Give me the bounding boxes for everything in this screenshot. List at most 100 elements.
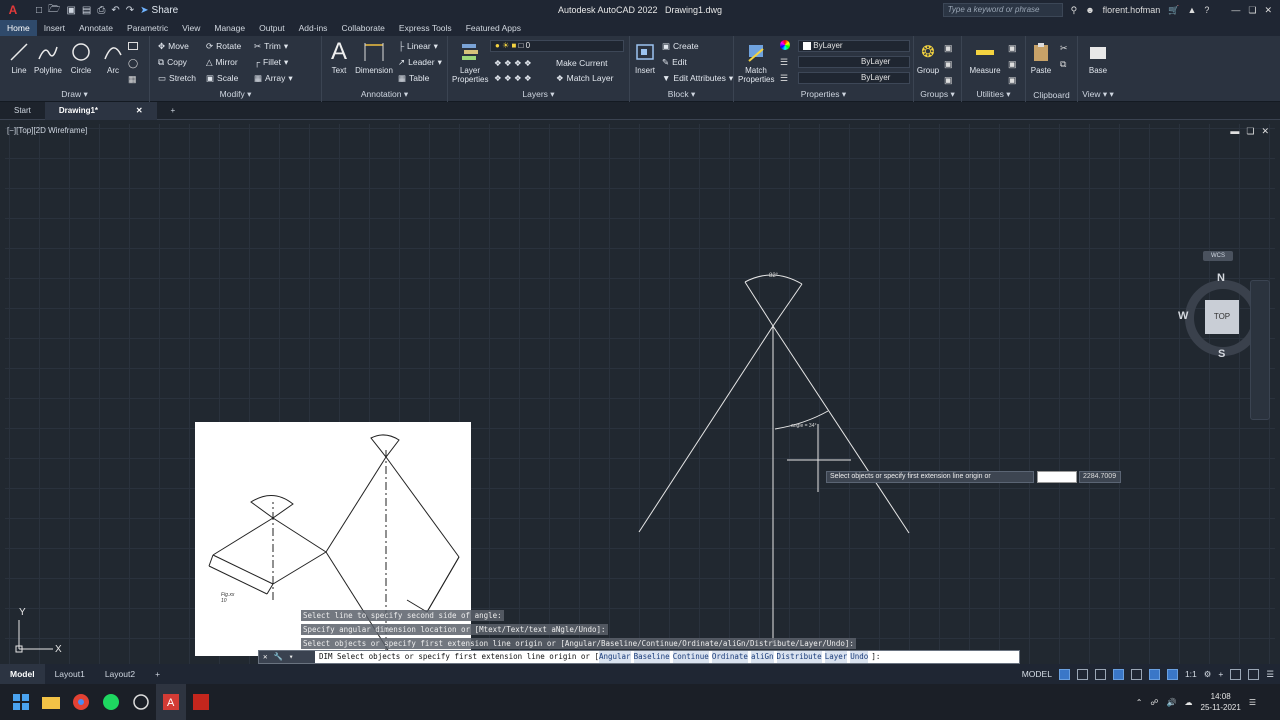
table-tool[interactable]: ▦ Table <box>398 71 429 85</box>
match-properties-tool[interactable]: Match Properties <box>738 38 774 84</box>
option-align[interactable]: aliGn <box>750 651 774 663</box>
polar-toggle[interactable] <box>1112 668 1124 680</box>
tab-parametric[interactable]: Parametric <box>120 20 175 36</box>
notifications-icon[interactable]: ☰ <box>1249 698 1256 707</box>
redo-icon[interactable]: ↷ <box>126 5 134 16</box>
create-block-tool[interactable]: ▣ Create <box>662 39 699 53</box>
layout2-tab[interactable]: Layout2 <box>95 664 145 684</box>
layer-tools-row1[interactable]: ❖ ❖ ❖ ❖ <box>494 56 532 70</box>
cart-icon[interactable]: 🛒 <box>1168 5 1179 16</box>
close-cmd-icon[interactable]: ✕ <box>263 651 268 663</box>
make-current-tool[interactable]: Make Current <box>556 56 608 70</box>
new-tab-button[interactable]: + <box>157 102 190 120</box>
start-tab[interactable]: Start <box>0 102 45 120</box>
share-button[interactable]: ➤ Share <box>140 5 178 16</box>
spotify-icon[interactable] <box>96 684 126 720</box>
undo-icon[interactable]: ↶ <box>111 5 119 16</box>
view-panel-title[interactable]: View ▾ ▾ <box>1078 89 1118 100</box>
new-icon[interactable]: □ <box>36 5 42 16</box>
command-line[interactable]: ✕ 🔧 ▾ DIM Select objects or specify firs… <box>258 650 1020 664</box>
user-name[interactable]: florent.hofman <box>1103 5 1161 15</box>
dynamic-input-field[interactable] <box>1037 471 1077 483</box>
copy-tool[interactable]: ⧉ Copy <box>158 55 187 69</box>
tray-chevron-icon[interactable]: ⌃ <box>1136 698 1143 707</box>
save-icon[interactable]: ▣ <box>66 5 75 16</box>
grid-icon[interactable]: ▦ <box>128 74 137 85</box>
minimize-icon[interactable]: — <box>1231 5 1240 15</box>
fillet-tool[interactable]: ┌ Fillet ▾ <box>254 55 288 69</box>
gear-icon[interactable]: ⚙ <box>1204 669 1212 680</box>
viewcube-top[interactable]: TOP <box>1205 300 1239 334</box>
isolate-toggle[interactable] <box>1248 668 1260 680</box>
navigation-bar[interactable] <box>1250 280 1270 420</box>
file-explorer-icon[interactable] <box>36 684 66 720</box>
edit-block-tool[interactable]: ✎ Edit <box>662 55 687 69</box>
paste-tool[interactable]: Paste <box>1026 38 1056 75</box>
option-distribute[interactable]: Distribute <box>776 651 822 663</box>
add-layout-button[interactable]: + <box>145 664 170 684</box>
draw-panel-title[interactable]: Draw ▾ <box>0 89 149 100</box>
array-tool[interactable]: ▦ Array ▾ <box>254 71 293 85</box>
cloud-icon[interactable]: ☁ <box>1185 698 1193 707</box>
binoculars-icon[interactable]: ⚲ <box>1071 5 1078 16</box>
help-icon[interactable]: ? <box>1204 5 1209 15</box>
edit-attributes-tool[interactable]: ▼ Edit Attributes ▾ <box>662 71 733 85</box>
layer-dropdown[interactable]: ● ☀ ■ □ 0 <box>490 40 624 52</box>
stretch-tool[interactable]: ▭ Stretch <box>158 71 196 85</box>
close-icon[interactable]: ✕ <box>1264 5 1272 16</box>
plot-icon[interactable]: ⎙ <box>97 5 105 16</box>
volume-icon[interactable]: 🔊 <box>1167 698 1177 707</box>
model-tab[interactable]: Model <box>0 664 45 684</box>
utility-tools-icons[interactable]: ▣ ▣ ▣ <box>1008 40 1017 88</box>
layers-panel-title[interactable]: Layers ▾ <box>448 89 629 100</box>
open-icon[interactable]: 🗁 <box>48 2 60 19</box>
tab-express-tools[interactable]: Express Tools <box>392 20 459 36</box>
dynamic-input-value[interactable]: 2284.7009 <box>1079 471 1121 483</box>
close-tab-icon[interactable]: ✕ <box>136 106 143 115</box>
linetype-dropdown[interactable]: ByLayer <box>798 56 910 68</box>
annotation-toggle[interactable] <box>1166 668 1178 680</box>
trim-tool[interactable]: ✂ Trim ▾ <box>254 39 288 53</box>
tab-manage[interactable]: Manage <box>207 20 252 36</box>
insert-tool[interactable]: Insert <box>630 38 660 75</box>
scale-tool[interactable]: ▣ Scale <box>206 71 238 85</box>
tab-home[interactable]: Home <box>0 20 37 36</box>
layout1-tab[interactable]: Layout1 <box>45 664 95 684</box>
compass-north[interactable]: N <box>1217 272 1225 284</box>
customize-icon[interactable]: 🔧 <box>274 651 283 663</box>
option-ordinate[interactable]: Ordinate <box>711 651 748 663</box>
drawing-tab[interactable]: Drawing1* ✕ <box>44 101 157 120</box>
tab-insert[interactable]: Insert <box>37 20 72 36</box>
group-tools-icons[interactable]: ▣ ▣ ▣ <box>944 40 953 88</box>
layer-properties-tool[interactable]: Layer Properties <box>452 38 488 84</box>
option-continue[interactable]: Continue <box>672 651 709 663</box>
tab-annotate[interactable]: Annotate <box>72 20 120 36</box>
group-tool[interactable]: ❂ Group <box>914 38 942 75</box>
compass-south[interactable]: S <box>1218 348 1225 360</box>
tab-add-ins[interactable]: Add-ins <box>292 20 335 36</box>
annotation-scale[interactable]: 1:1 <box>1185 669 1197 679</box>
saveas-icon[interactable]: ▤ <box>82 5 91 16</box>
grid-toggle[interactable] <box>1058 668 1070 680</box>
measure-tool[interactable]: Measure <box>966 38 1004 75</box>
utilities-panel-title[interactable]: Utilities ▾ <box>962 89 1025 100</box>
circle-tool[interactable]: Circle <box>64 38 98 75</box>
windows-start-icon[interactable] <box>6 684 36 720</box>
app-icon[interactable] <box>126 684 156 720</box>
leader-tool[interactable]: ↗ Leader ▾ <box>398 55 442 69</box>
color-dropdown[interactable]: ByLayer <box>798 40 910 52</box>
plus-icon[interactable]: + <box>1218 669 1223 679</box>
drawing-canvas[interactable]: [−][Top][2D Wireframe] ▬ ❏ ✕ 82° angle =… <box>5 124 1275 664</box>
option-undo[interactable]: Undo <box>850 651 869 663</box>
snap-toggle[interactable] <box>1076 668 1088 680</box>
match-layer-tool[interactable]: ❖ Match Layer <box>556 71 613 85</box>
layer-tools-row2[interactable]: ❖ ❖ ❖ ❖ <box>494 71 532 85</box>
search-input[interactable]: Type a keyword or phrase <box>942 3 1063 17</box>
text-tool[interactable]: A Text <box>322 38 356 75</box>
option-layer[interactable]: Layer <box>824 651 848 663</box>
ortho-toggle[interactable] <box>1094 668 1106 680</box>
customize-menu-icon[interactable]: ☰ <box>1266 669 1274 680</box>
block-panel-title[interactable]: Block ▾ <box>630 89 733 100</box>
chrome-icon[interactable] <box>66 684 96 720</box>
modify-panel-title[interactable]: Modify ▾ <box>150 89 321 100</box>
